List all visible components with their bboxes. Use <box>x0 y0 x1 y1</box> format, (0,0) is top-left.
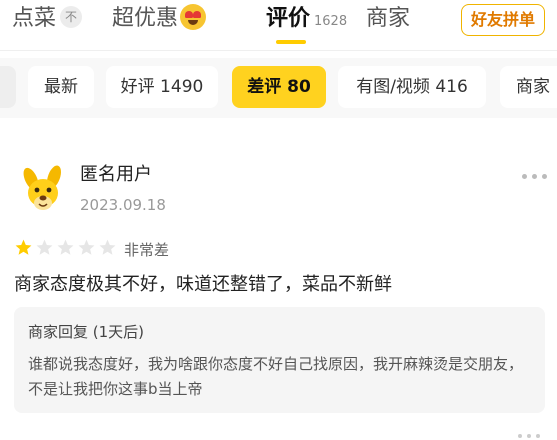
tab-pingjia-label: 评价 <box>266 6 311 31</box>
merchant-reply: 商家回复 (1天后) 谁都说我态度好，我为啥跟你态度不好自己找原因，我开麻辣烫是… <box>14 307 545 413</box>
star-icon <box>99 239 116 255</box>
merchant-reply-title: 商家回复 (1天后) <box>28 323 145 341</box>
filter-chip-with-media[interactable]: 有图/视频 416 <box>338 66 486 108</box>
tab-chaoyouhui-label: 超优惠 <box>112 6 179 31</box>
tab-diancai[interactable]: 点菜不 <box>12 4 83 34</box>
filter-chip-negative[interactable]: 差评 80 <box>232 66 326 108</box>
rating-text: 非常差 <box>124 241 170 259</box>
tab-pingjia[interactable]: 评价 1628 <box>266 4 347 37</box>
tab-shangjia-label: 商家 <box>366 6 411 31</box>
active-tab-indicator <box>276 40 306 44</box>
more-dots-icon[interactable] <box>520 172 550 180</box>
more-dots-icon[interactable] <box>514 432 544 440</box>
tab-pingjia-count: 1628 <box>314 14 348 29</box>
star-rating <box>14 238 124 258</box>
friend-group-order-button[interactable]: 好友拼单 <box>461 4 545 36</box>
tab-diancai-badge: 不 <box>60 6 83 28</box>
top-tab-bar: 点菜不 超优惠 评价 1628 商家 好友拼单 <box>0 0 557 46</box>
merchant-reply-text: 谁都说我态度好，我为啥跟你态度不好自己找原因，我开麻辣烫是交朋友，不是让我把你这… <box>28 355 524 398</box>
star-icon <box>15 239 32 255</box>
filter-chip-partial[interactable] <box>0 66 16 108</box>
star-icon <box>78 239 95 255</box>
star-icon <box>57 239 74 255</box>
heart-eyes-face-icon <box>180 4 207 30</box>
filter-chip-merchant[interactable]: 商家 <box>500 66 557 108</box>
divider <box>0 50 557 51</box>
tab-chaoyouhui[interactable]: 超优惠 <box>112 4 207 34</box>
review-text: 商家态度极其不好，味道还整错了，菜品不新鲜 <box>14 274 392 295</box>
filter-chip-latest[interactable]: 最新 <box>28 66 94 108</box>
star-icon <box>36 239 53 255</box>
avatar[interactable] <box>18 163 68 213</box>
tab-shangjia[interactable]: 商家 <box>366 4 410 34</box>
review-filter-row: 最新 好评 1490 差评 80 有图/视频 416 商家 <box>0 58 557 118</box>
username[interactable]: 匿名用户 <box>80 160 152 186</box>
filter-chip-positive[interactable]: 好评 1490 <box>106 66 218 108</box>
tab-diancai-label: 点菜 <box>12 6 57 31</box>
review-date: 2023.09.18 <box>80 196 166 214</box>
